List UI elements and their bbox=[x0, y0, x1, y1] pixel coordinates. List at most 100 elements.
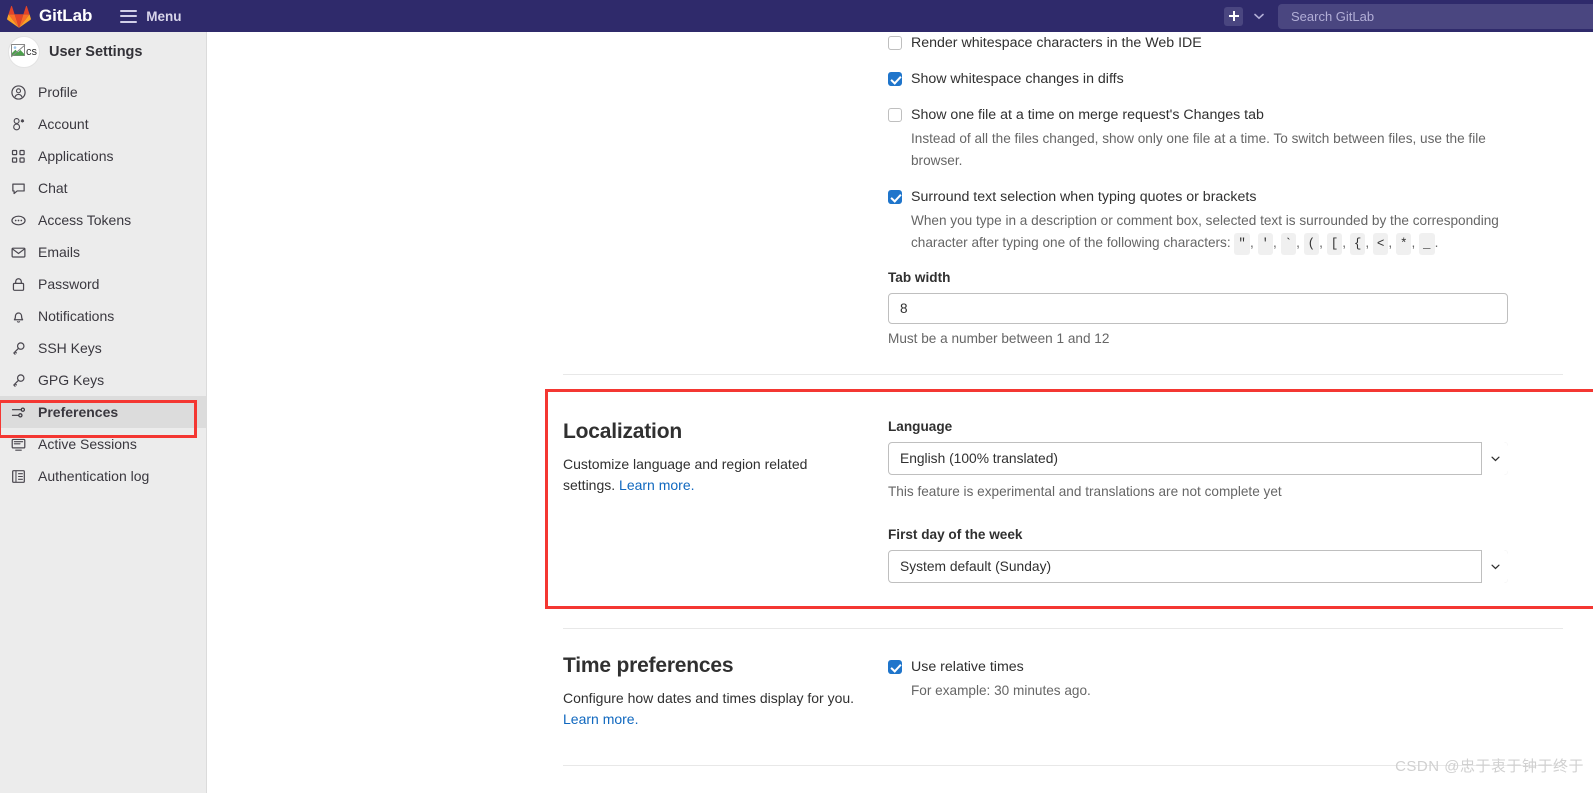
render-whitespace-row: Render whitespace characters in the Web … bbox=[888, 34, 1508, 52]
sidebar-item-profile[interactable]: Profile bbox=[0, 76, 206, 108]
user-settings-sidebar: cs User Settings Profile Account Applica… bbox=[0, 32, 207, 793]
localization-description: Customize language and region related se… bbox=[563, 454, 863, 496]
surround-selection-checkbox[interactable] bbox=[888, 190, 902, 204]
surround-character-chip: ` bbox=[1280, 233, 1297, 255]
gitlab-wordmark: GitLab bbox=[39, 6, 93, 25]
language-group: Language English (100% translated) This … bbox=[888, 419, 1508, 503]
new-item-dropdown-toggle[interactable] bbox=[1251, 8, 1267, 24]
sidebar-item-applications[interactable]: Applications bbox=[0, 140, 206, 172]
sidebar-item-chat[interactable]: Chat bbox=[0, 172, 206, 204]
user-circle-icon bbox=[10, 84, 26, 100]
tab-width-help: Must be a number between 1 and 12 bbox=[888, 331, 1110, 346]
surround-character-chip: " bbox=[1234, 233, 1250, 255]
surround-character-chip: _ bbox=[1419, 233, 1435, 255]
sidebar-item-preferences[interactable]: Preferences bbox=[0, 396, 206, 428]
first-day-select[interactable]: System default (Sunday) bbox=[888, 550, 1508, 583]
time-preferences-learn-more-link[interactable]: Learn more. bbox=[563, 711, 638, 727]
sidebar-item-label: GPG Keys bbox=[38, 372, 105, 388]
surround-character-chip: ' bbox=[1257, 233, 1274, 255]
search-placeholder: Search GitLab bbox=[1291, 9, 1375, 24]
sidebar-item-account[interactable]: Account bbox=[0, 108, 206, 140]
surround-character-chip: * bbox=[1395, 233, 1412, 255]
use-relative-times-checkbox[interactable] bbox=[888, 660, 902, 674]
preferences-main-content: Render whitespace characters in the Web … bbox=[208, 32, 1593, 793]
bell-icon bbox=[10, 308, 26, 324]
key-icon bbox=[10, 372, 26, 388]
sidebar-nav-list: Profile Account Applications Chat Access… bbox=[0, 76, 206, 492]
surround-selection-row: Surround text selection when typing quot… bbox=[888, 188, 1508, 255]
surround-selection-label: Surround text selection when typing quot… bbox=[911, 189, 1257, 205]
sidebar-item-emails[interactable]: Emails bbox=[0, 236, 206, 268]
log-list-icon bbox=[10, 468, 26, 484]
localization-learn-more-link[interactable]: Learn more. bbox=[619, 477, 694, 493]
surround-character-chip: [ bbox=[1326, 233, 1343, 255]
surround-selection-help: When you type in a description or commen… bbox=[911, 210, 1508, 255]
watermark: CSDN @忠于衷于钟于终于 bbox=[1395, 758, 1584, 775]
localization-description-block: Localization Customize language and regi… bbox=[563, 420, 863, 496]
first-day-label: First day of the week bbox=[888, 527, 1023, 542]
time-preferences-description: Configure how dates and times display fo… bbox=[563, 688, 863, 730]
broken-image-icon bbox=[11, 44, 26, 58]
envelope-icon bbox=[10, 244, 26, 260]
use-relative-times-help: For example: 30 minutes ago. bbox=[911, 683, 1091, 698]
gitlab-logo-icon bbox=[7, 5, 31, 28]
first-day-group: First day of the week System default (Su… bbox=[888, 527, 1508, 583]
lock-icon bbox=[10, 276, 26, 292]
avatar: cs bbox=[8, 36, 40, 68]
sidebar-item-label: Authentication log bbox=[38, 468, 150, 484]
language-select-value[interactable]: English (100% translated) bbox=[888, 442, 1508, 475]
token-icon bbox=[10, 212, 26, 228]
topbar-actions bbox=[1224, 0, 1267, 32]
new-item-button[interactable] bbox=[1224, 6, 1243, 26]
language-select[interactable]: English (100% translated) bbox=[888, 442, 1508, 475]
surround-character-chip: < bbox=[1372, 233, 1389, 255]
hamburger-icon bbox=[120, 9, 138, 23]
sliders-icon bbox=[10, 404, 26, 420]
sidebar-item-label: SSH Keys bbox=[38, 340, 102, 356]
page-title: User Settings bbox=[49, 44, 143, 60]
time-preferences-description-block: Time preferences Configure how dates and… bbox=[563, 654, 863, 730]
main-menu-button[interactable]: Menu bbox=[114, 0, 187, 32]
sidebar-item-label: Profile bbox=[38, 84, 78, 100]
sidebar-item-label: Account bbox=[38, 116, 89, 132]
first-day-select-arrow[interactable] bbox=[1481, 550, 1508, 583]
search-input[interactable]: Search GitLab bbox=[1278, 4, 1593, 29]
show-whitespace-diffs-row: Show whitespace changes in diffs bbox=[888, 70, 1508, 88]
use-relative-times-label: Use relative times bbox=[911, 659, 1024, 675]
sidebar-item-access-tokens[interactable]: Access Tokens bbox=[0, 204, 206, 236]
language-label: Language bbox=[888, 419, 953, 434]
render-whitespace-label: Render whitespace characters in the Web … bbox=[911, 35, 1202, 51]
sidebar-item-label: Preferences bbox=[38, 404, 119, 420]
surround-characters-list: ", ', `, (, [, {, <, *, _. bbox=[1231, 233, 1438, 255]
one-file-at-a-time-checkbox[interactable] bbox=[888, 108, 902, 122]
time-preferences-title: Time preferences bbox=[563, 654, 734, 677]
chat-bubble-icon bbox=[10, 180, 26, 196]
use-relative-times-group: Use relative times For example: 30 minut… bbox=[888, 658, 1508, 702]
one-file-at-a-time-label: Show one file at a time on merge request… bbox=[911, 107, 1264, 123]
language-select-arrow[interactable] bbox=[1481, 442, 1508, 475]
sidebar-item-active-sessions[interactable]: Active Sessions bbox=[0, 428, 206, 460]
first-day-select-value[interactable]: System default (Sunday) bbox=[888, 550, 1508, 583]
render-whitespace-checkbox[interactable] bbox=[888, 36, 902, 50]
one-file-at-a-time-row: Show one file at a time on merge request… bbox=[888, 106, 1508, 172]
avatar-alt-text: cs bbox=[26, 46, 37, 58]
plus-icon bbox=[1228, 11, 1239, 21]
sidebar-item-label: Notifications bbox=[38, 308, 115, 324]
gitlab-home-link[interactable]: GitLab bbox=[0, 0, 92, 32]
sidebar-item-password[interactable]: Password bbox=[0, 268, 206, 300]
sidebar-item-notifications[interactable]: Notifications bbox=[0, 300, 206, 332]
sidebar-item-gpg-keys[interactable]: GPG Keys bbox=[0, 364, 206, 396]
sidebar-item-ssh-keys[interactable]: SSH Keys bbox=[0, 332, 206, 364]
tab-width-input[interactable] bbox=[888, 293, 1508, 324]
sidebar-header[interactable]: cs User Settings bbox=[0, 32, 206, 72]
chevron-down-icon bbox=[1490, 564, 1500, 569]
sidebar-item-label: Chat bbox=[38, 180, 68, 196]
show-whitespace-diffs-checkbox[interactable] bbox=[888, 72, 902, 86]
sidebar-item-authentication-log[interactable]: Authentication log bbox=[0, 460, 206, 492]
surround-character-chip: { bbox=[1349, 233, 1366, 255]
localization-title: Localization bbox=[563, 420, 682, 443]
sidebar-item-label: Emails bbox=[38, 244, 81, 260]
monitor-icon bbox=[10, 436, 26, 452]
chevron-down-icon bbox=[1254, 13, 1264, 19]
surround-character-chip: ( bbox=[1303, 233, 1320, 255]
